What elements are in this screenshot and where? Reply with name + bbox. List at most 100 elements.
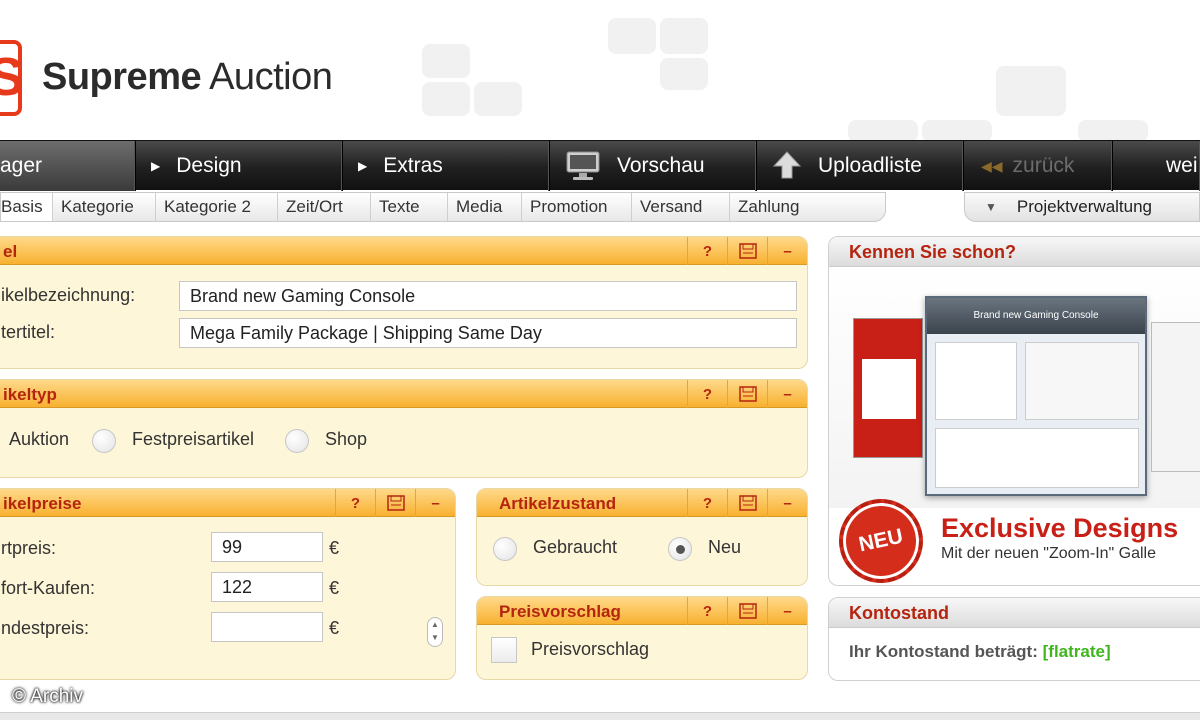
tab-label: Kategorie 2 [164, 197, 251, 216]
minimize-icon[interactable]: – [767, 380, 807, 408]
tab-kategorie-2[interactable]: Kategorie 2 [156, 193, 278, 221]
help-icon[interactable]: ? [687, 237, 727, 265]
panel-tools: ? – [687, 237, 807, 265]
tab-label: Zahlung [738, 197, 800, 216]
minimize-icon[interactable]: – [415, 489, 455, 517]
tab-label: Basis [1, 197, 43, 216]
tab-zeit-ort[interactable]: Zeit/Ort [278, 193, 371, 221]
preisvorschlag-checkbox[interactable] [491, 637, 517, 663]
radio-shop[interactable] [285, 429, 309, 453]
nav-item-label: zurück [1012, 154, 1075, 177]
kontostand-value: [flatrate] [1042, 642, 1111, 661]
tab-basis[interactable]: Basis [1, 193, 53, 221]
save-icon[interactable] [727, 597, 767, 625]
background-decoration [422, 44, 470, 78]
tab-label: Promotion [530, 197, 608, 216]
startpreis-input[interactable]: 99 [211, 532, 323, 562]
radio-neu[interactable] [668, 537, 692, 561]
help-icon[interactable]: ? [687, 380, 727, 408]
untertitel-input[interactable]: Mega Family Package | Shipping Same Day [179, 318, 797, 348]
brand-name-bold: Supreme [42, 56, 202, 98]
brand-name: Supreme Auction [42, 56, 333, 99]
nav-item-vorschau[interactable]: Vorschau [551, 141, 757, 191]
promo-title: Kennen Sie schon? [829, 237, 1200, 267]
currency-label: € [329, 578, 340, 598]
help-icon[interactable]: ? [687, 597, 727, 625]
save-icon[interactable] [727, 237, 767, 265]
nav-item-label: Extras [383, 154, 443, 177]
minimize-icon[interactable]: – [767, 237, 807, 265]
panel-artikelzustand: Artikelzustand ? – Gebraucht Neu [476, 488, 808, 586]
untertitel-label: tertitel: [1, 322, 56, 342]
panel-header: el ? – [0, 237, 807, 265]
radio-gebraucht[interactable] [493, 537, 517, 561]
tab-texte[interactable]: Texte [371, 193, 448, 221]
nav-item-extras[interactable]: ▶ Extras [344, 141, 550, 191]
help-icon[interactable]: ? [335, 489, 375, 517]
panel-tools: ? – [687, 380, 807, 408]
minimize-icon[interactable]: – [767, 597, 807, 625]
panel-artikelpreise: ikelpreise ? – rtpreis: 99 € fort-Kaufen… [0, 488, 456, 680]
projektverwaltung-dropdown[interactable]: ▼ Projektverwaltung [964, 192, 1200, 222]
tab-versand[interactable]: Versand [632, 193, 730, 221]
promo-subline: Mit der neuen "Zoom-In" Galle [941, 545, 1157, 562]
chevron-down-icon: ▼ [985, 200, 997, 214]
radio-festpreisartikel[interactable] [92, 429, 116, 453]
background-decoration [608, 18, 656, 54]
panel-header: ikeltyp ? – [0, 380, 807, 408]
template-preview-right [1151, 322, 1200, 472]
panel-header: Artikelzustand ? – [477, 489, 807, 517]
nav-item-design[interactable]: ▶ Design [137, 141, 343, 191]
sub-tabs: Basis Kategorie Kategorie 2 Zeit/Ort Tex… [0, 192, 886, 222]
background-decoration [660, 58, 708, 90]
nav-item-label: wei [1166, 154, 1198, 177]
promo-headline: Exclusive Designs [941, 513, 1179, 543]
sofort-kaufen-input[interactable]: 122 [211, 572, 323, 602]
promo-box: Kennen Sie schon? Brand new Gaming Conso… [828, 236, 1200, 586]
mindestpreis-input[interactable] [211, 612, 323, 642]
radio-label-auktion: Auktion [9, 429, 70, 449]
tab-kategorie[interactable]: Kategorie [53, 193, 156, 221]
logo-icon: S [0, 40, 22, 116]
nav-item-manager[interactable]: ager [0, 141, 136, 191]
tab-zahlung[interactable]: Zahlung [730, 193, 826, 221]
tab-promotion[interactable]: Promotion [522, 193, 632, 221]
preview-header: Brand new Gaming Console [927, 298, 1145, 334]
mindestpreis-label: ndestpreis: [1, 618, 90, 638]
upload-arrow-icon [772, 151, 802, 179]
background-decoration [848, 120, 918, 142]
nav-item-label: Uploadliste [818, 154, 922, 177]
background-decoration [474, 82, 522, 116]
nav-item-uploadliste[interactable]: Uploadliste [758, 141, 964, 191]
nav-item-weiter[interactable]: wei [1114, 141, 1200, 191]
scroll-stepper[interactable]: ▲ ▼ [427, 617, 443, 647]
tab-label: Media [456, 197, 503, 216]
main-navbar: ager ▶ Design ▶ Extras Vorschau Uploadli… [0, 140, 1200, 191]
panel-title: Preisvorschlag [499, 602, 621, 621]
arrow-right-icon: ▶ [151, 159, 161, 173]
save-icon[interactable] [727, 489, 767, 517]
panel-title: el [3, 242, 18, 261]
watermark-credit: © Archiv [12, 686, 84, 707]
save-icon[interactable] [727, 380, 767, 408]
tab-label: Versand [640, 197, 703, 216]
help-icon[interactable]: ? [687, 489, 727, 517]
save-icon[interactable] [375, 489, 415, 517]
tab-media[interactable]: Media [448, 193, 522, 221]
nav-item-label: Vorschau [617, 154, 705, 177]
minimize-icon[interactable]: – [767, 489, 807, 517]
nav-item-zurueck[interactable]: ◀◀ zurück [965, 141, 1113, 191]
template-preview-red [853, 318, 923, 458]
radio-label-festpreisartikel: Festpreisartikel [132, 429, 255, 449]
background-decoration [922, 120, 992, 142]
back-arrows-icon: ◀◀ [981, 157, 1003, 174]
startpreis-label: rtpreis: [1, 538, 57, 558]
artikelbezeichnung-input[interactable]: Brand new Gaming Console [179, 281, 797, 311]
arrow-right-icon: ▶ [358, 159, 368, 173]
panel-artikeltyp: ikeltyp ? – Auktion Festpreisartikel Sho… [0, 379, 808, 478]
panel-header: Preisvorschlag ? – [477, 597, 807, 625]
projekt-label: Projektverwaltung [1016, 197, 1153, 216]
artikelbezeichnung-label: ikelbezeichnung: [1, 285, 136, 305]
currency-label: € [329, 538, 340, 558]
radio-label-shop: Shop [325, 429, 368, 449]
